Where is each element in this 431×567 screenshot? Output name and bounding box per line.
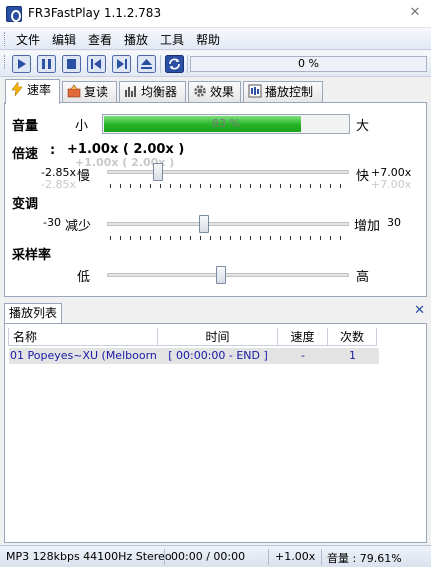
volume-max-label: 大 [356,119,370,134]
playlist-row[interactable]: 01 Popeyes~XU (Melboorn) - P [ 00:00:00 … [9,348,379,364]
menu-edit[interactable]: 编辑 [52,31,76,48]
menu-help[interactable]: 帮助 [196,31,220,48]
tab-equalizer[interactable]: 均衡器 [119,81,186,103]
volume-label: 音量 [12,119,39,134]
eject-icon[interactable] [137,55,156,73]
status-format: MP3 128kbps 44100Hz Stereo [6,550,172,563]
status-separator [164,549,165,565]
column-header-count[interactable]: 次数 [328,328,377,346]
status-separator [321,549,322,565]
playback-control-icon [248,84,262,98]
speed-min-shadow: -2.85x [41,178,76,191]
volume-percent: 83 % [212,117,240,130]
pitch-slider-track [107,222,349,226]
speed-slider-thumb[interactable] [153,163,163,181]
tab-equalizer-label: 均衡器 [141,85,178,99]
playlist-close-icon[interactable]: ✕ [414,303,425,318]
tab-effects[interactable]: 效果 [188,81,241,103]
repeat-read-icon [67,84,81,98]
pitch-max-label: 增加 [354,219,381,234]
menu-file[interactable]: 文件 [16,31,40,48]
speed-max-label: 快 [356,169,370,184]
lightning-icon [10,81,24,97]
playlist-cell-name: 01 Popeyes~XU (Melboorn) - P [10,349,158,362]
speed-value: +1.00x ( 2.00x ) [67,142,185,157]
speed-colon: : [50,143,56,158]
toolbar: 0 % [0,51,431,77]
tab-repeat-read-label: 复读 [84,85,109,99]
samplerate-label: 采样率 [12,248,52,263]
gear-icon [193,84,207,98]
pitch-max-value: 30 [387,216,401,229]
pause-icon[interactable] [37,55,56,73]
menu-grip-icon [4,32,7,46]
samplerate-min-label: 低 [77,270,91,285]
playlist-header: 播放列表 ✕ [4,301,427,323]
window-close-button[interactable]: ✕ [405,4,425,22]
status-time: 00:00 / 00:00 [171,550,246,563]
pitch-slider-ticks [110,236,350,240]
equalizer-icon [124,84,138,98]
column-header-time[interactable]: 时间 [158,328,278,346]
menu-tools[interactable]: 工具 [160,31,184,48]
tab-speed[interactable]: 速率 [5,79,60,104]
speed-label: 倍速 [12,147,39,162]
menu-view[interactable]: 查看 [88,31,112,48]
playback-progress-bar[interactable]: 0 % [190,56,427,72]
menu-play[interactable]: 播放 [124,31,148,48]
samplerate-max-label: 高 [356,270,370,285]
column-header-speed[interactable]: 速度 [278,328,328,346]
volume-bar[interactable]: 83 % [102,114,350,134]
column-header-name[interactable]: 名称 [8,328,158,346]
tab-strip: 速率 复读 均衡器 效果 播放控制 [0,79,431,104]
play-icon[interactable] [12,55,31,73]
tab-repeat-read[interactable]: 复读 [62,81,117,103]
speed-slider-ticks [110,184,350,188]
pitch-min-value: -30 [43,216,61,229]
status-volume: 音量 : 79.61% [327,552,402,565]
app-logo-icon [6,6,22,22]
stop-icon[interactable] [62,55,81,73]
toolbar-grip-icon [4,55,7,69]
status-bar: MP3 128kbps 44100Hz Stereo 00:00 / 00:00… [0,545,431,567]
toolbar-separator [187,55,188,73]
tab-speed-label: 速率 [27,83,52,97]
status-separator [268,549,269,565]
pitch-min-label: 减少 [65,219,92,234]
volume-min-label: 小 [75,119,89,134]
pitch-label: 变调 [12,197,39,212]
repeat-icon[interactable] [165,55,184,73]
playlist-cell-count: 1 [349,349,356,362]
speed-max-shadow: +7.00x [371,178,412,191]
menu-bar: 文件 编辑 查看 播放 工具 帮助 [0,28,431,50]
status-speed: +1.00x [275,550,316,563]
next-icon[interactable] [112,55,131,73]
tab-playback-control-label: 播放控制 [265,85,314,99]
tab-playlist[interactable]: 播放列表 [4,303,62,323]
previous-icon[interactable] [87,55,106,73]
toolbar-separator [160,55,161,73]
window-title: FR3FastPlay 1.1.2.783 [28,6,162,20]
tab-playback-control[interactable]: 播放控制 [243,81,323,103]
speed-slider-track [107,170,349,174]
playlist-cell-speed: - [301,349,305,362]
speed-panel: 音量 小 83 % 大 倍速 : +1.00x ( 2.00x ) +1.00x… [4,102,427,297]
playlist-cell-time: [ 00:00:00 - END ] [168,349,268,362]
playlist-panel: 名称 时间 速度 次数 01 Popeyes~XU (Melboorn) - P… [4,323,427,543]
title-bar: FR3FastPlay 1.1.2.783 ✕ [0,0,431,28]
speed-min-label: 慢 [77,169,91,184]
pitch-slider-thumb[interactable] [199,215,209,233]
tab-effects-label: 效果 [210,85,235,99]
samplerate-slider-thumb[interactable] [216,266,226,284]
samplerate-slider-track [107,273,349,277]
